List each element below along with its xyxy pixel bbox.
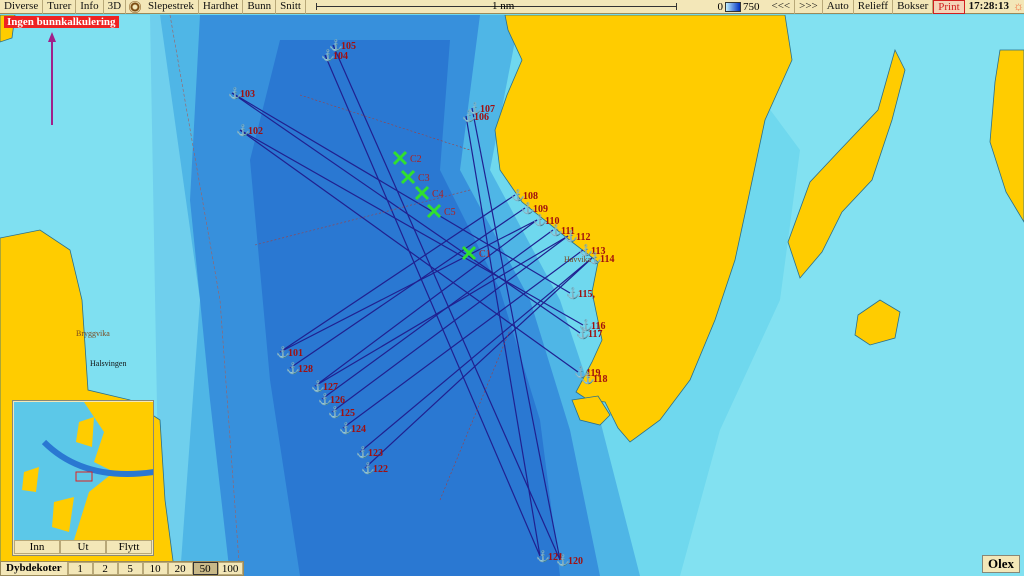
- menu-3d[interactable]: 3D: [104, 0, 127, 14]
- cross-label: C3: [418, 173, 430, 184]
- contour-1[interactable]: 1: [67, 562, 93, 575]
- marker-label: 108: [523, 191, 538, 202]
- menu-info[interactable]: Info: [76, 0, 104, 14]
- auto-button[interactable]: Auto: [823, 0, 854, 14]
- marker-label: 127: [323, 382, 338, 393]
- marker-label: 128: [298, 364, 313, 375]
- marker-label: 125: [340, 408, 355, 419]
- scale-bar: 1 nm: [315, 0, 716, 14]
- warning-badge: Ingen bunnkalkulering: [4, 16, 119, 28]
- bokser-button[interactable]: Bokser: [893, 0, 934, 14]
- overview-map[interactable]: Inn Ut Flytt: [12, 400, 154, 556]
- marker-label: 109: [533, 204, 548, 215]
- contour-100[interactable]: 100: [217, 562, 243, 575]
- marker-label: 106: [474, 112, 489, 123]
- marker-label: 102: [248, 126, 263, 137]
- cross-label: C5: [444, 207, 456, 218]
- marker-label: 124: [351, 424, 366, 435]
- relieff-button[interactable]: Relieff: [854, 0, 894, 14]
- marker-label: 112: [576, 232, 590, 243]
- top-menu-bar: Diverse Turer Info 3D Slepestrek Hardhet…: [0, 0, 1024, 14]
- zoom-in-button[interactable]: Inn: [14, 540, 60, 554]
- cross-label: C4: [432, 189, 444, 200]
- place-bryggvika: Bryggvika: [76, 329, 110, 338]
- marker-label: 123: [368, 448, 383, 459]
- marker-label: 118: [593, 374, 607, 385]
- menu-snitt[interactable]: Snitt: [276, 0, 306, 14]
- print-button[interactable]: Print: [933, 0, 965, 14]
- contour-50[interactable]: 50: [192, 562, 218, 575]
- menu-slepestrek[interactable]: Slepestrek: [144, 0, 199, 14]
- clock: 17:28:13: [968, 0, 1009, 12]
- wheel-icon[interactable]: [129, 0, 142, 13]
- contour-2[interactable]: 2: [92, 562, 118, 575]
- depth-contour-bar: Dybdekoter 1 2 5 10 20 50 100: [0, 561, 244, 576]
- overview-chart: [14, 402, 153, 540]
- marker-label: 115,: [578, 289, 595, 300]
- place-havvika: Havvika: [564, 255, 592, 264]
- scale-label: 1 nm: [491, 0, 515, 12]
- place-halsvingen: Halsvingen: [90, 359, 126, 368]
- olex-logo: Olex: [982, 555, 1020, 573]
- contour-20[interactable]: 20: [167, 562, 193, 575]
- forward-button[interactable]: >>>: [795, 0, 823, 14]
- move-button[interactable]: Flytt: [106, 540, 152, 554]
- depth-gradient: [725, 1, 741, 12]
- marker-label: 114: [600, 254, 614, 265]
- back-button[interactable]: <<<: [768, 0, 796, 14]
- depth-max: 750: [743, 0, 760, 13]
- marker-label: 120: [568, 556, 583, 567]
- marker-label: 117: [588, 329, 602, 340]
- menu-diverse[interactable]: Diverse: [0, 0, 44, 14]
- cross-label: C1: [479, 249, 491, 260]
- contour-10[interactable]: 10: [142, 562, 168, 575]
- marker-label: 101: [288, 348, 303, 359]
- marker-label: 122: [373, 464, 388, 475]
- cross-label: C2: [410, 154, 422, 165]
- marker-label: 126: [330, 395, 345, 406]
- marker-label: 104: [333, 51, 348, 62]
- contour-5[interactable]: 5: [117, 562, 143, 575]
- marker-label: 103: [240, 89, 255, 100]
- sun-icon: ☼: [1013, 0, 1024, 13]
- dybdekoter-label: Dybdekoter: [1, 562, 68, 575]
- menu-hardhet[interactable]: Hardhet: [199, 0, 244, 14]
- menu-bunn[interactable]: Bunn: [243, 0, 277, 14]
- depth-min: 0: [717, 0, 724, 13]
- zoom-out-button[interactable]: Ut: [60, 540, 106, 554]
- menu-turer[interactable]: Turer: [43, 0, 77, 14]
